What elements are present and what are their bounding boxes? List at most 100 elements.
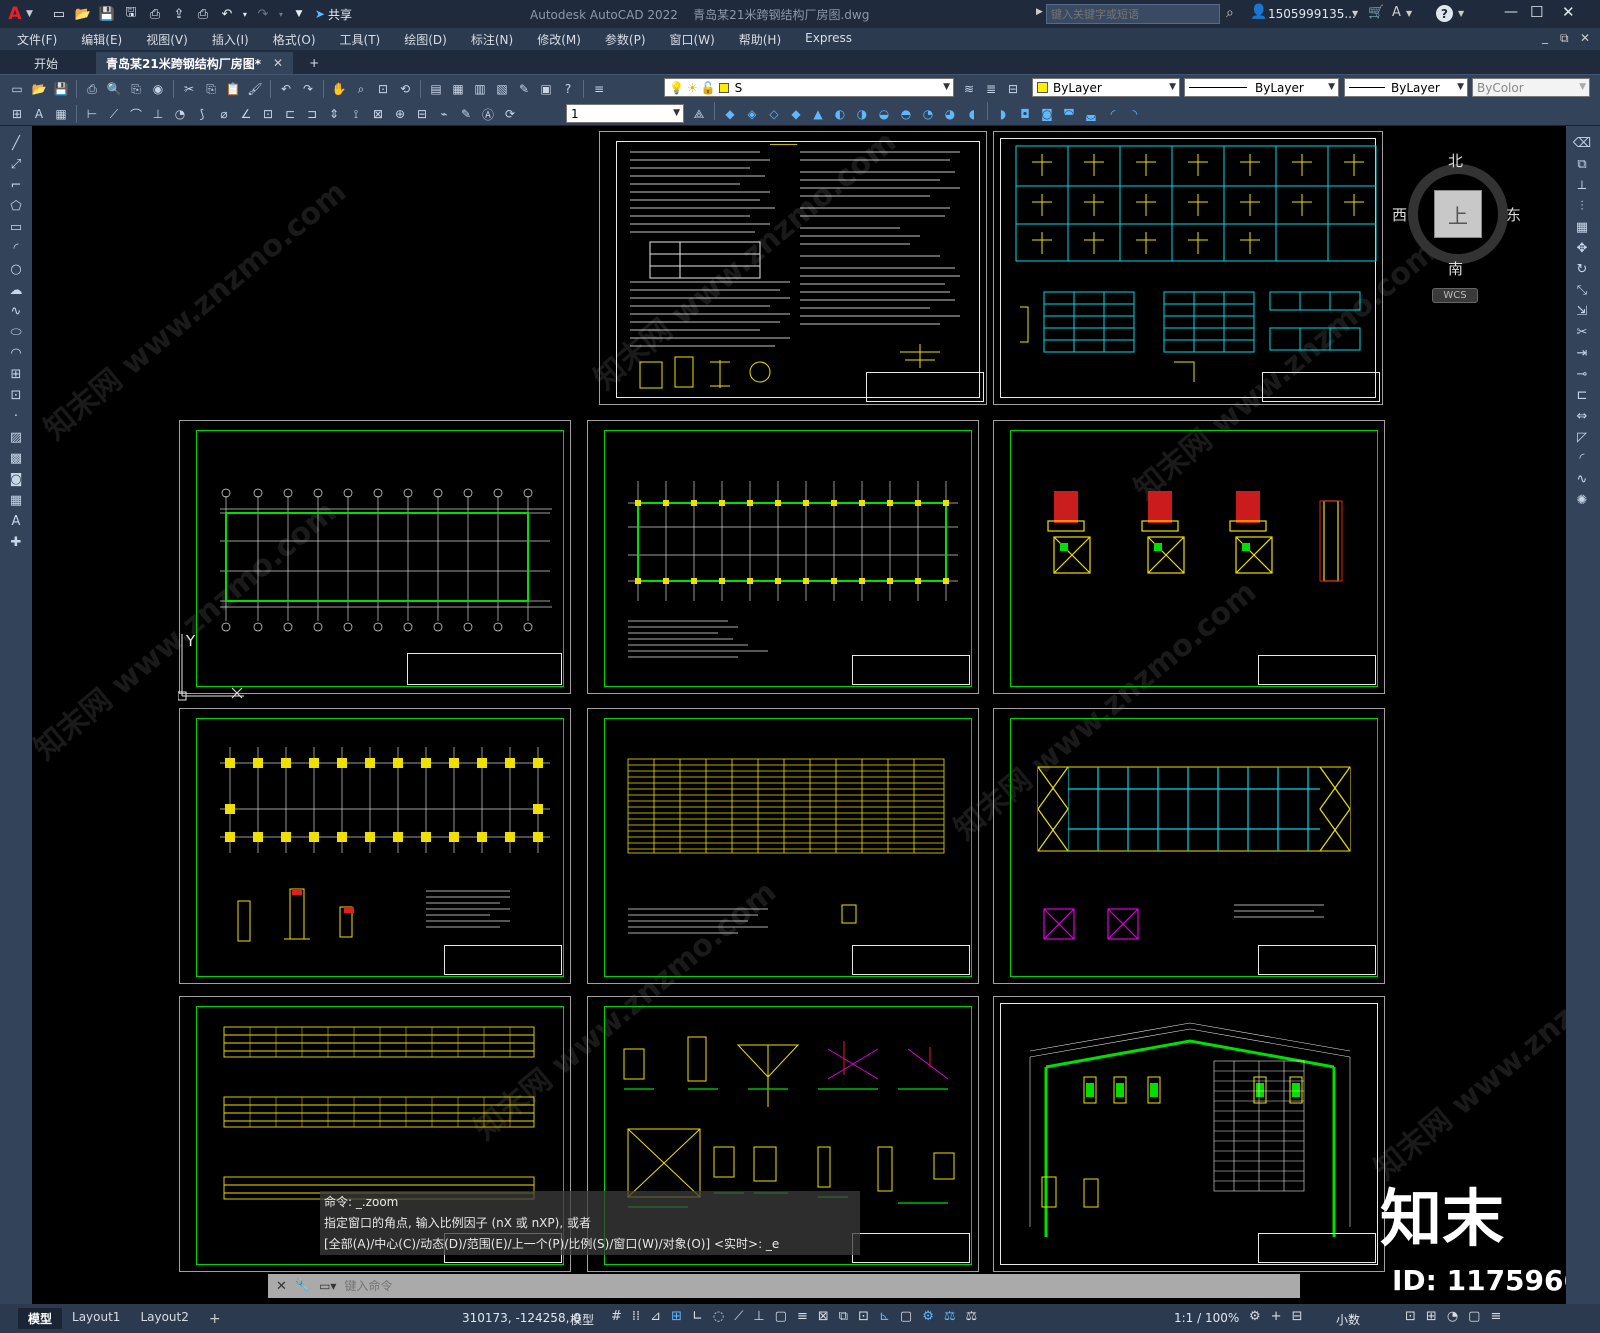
plot-icon[interactable]: ⎙ [193,4,213,24]
redo-tb-icon[interactable]: ↷ [298,79,318,99]
clean-screen-icon[interactable]: ▢ [1468,1309,1480,1324]
erase-icon[interactable]: ⌫ [1570,133,1594,153]
sheet-anchor-plan[interactable] [179,708,571,984]
publish-icon[interactable]: ⎘ [126,79,146,99]
polar-icon[interactable]: ◌ [713,1309,724,1324]
design-center-icon[interactable]: ▦ [448,79,468,99]
layer-dropdown[interactable]: 💡 ☀ 🔓 S ▼ [664,78,954,97]
loft-icon[interactable]: ◒ [874,104,894,124]
units-dropdown[interactable]: 小数 [1336,1311,1360,1328]
viewcube[interactable]: 上 北 南 西 东 [1392,150,1521,278]
sheet-bracing-plan[interactable] [993,708,1385,984]
stretch-icon[interactable]: ⇲ [1570,301,1594,321]
minimize-icon[interactable]: — [1504,4,1518,20]
menu-item-9[interactable]: 参数(P) [593,31,658,48]
calculator-icon[interactable]: ▣ [536,79,556,99]
menu-item-10[interactable]: 窗口(W) [658,31,727,48]
tool-palettes-icon[interactable]: ▥ [470,79,490,99]
chamfer-icon[interactable]: ◸ [1570,427,1594,447]
plotstyle-dropdown[interactable]: ByColor ▼ [1472,78,1590,97]
infer-icon[interactable]: ⊿ [650,1309,661,1324]
rectangle-icon[interactable]: ▭ [4,217,28,237]
doc-restore-icon[interactable]: ⧉ [1560,31,1569,46]
dim-space-icon[interactable]: ⇕ [324,104,344,124]
auto-scale-icon[interactable]: ⚖ [944,1309,956,1324]
open-web-icon[interactable]: ⎙ [145,4,165,24]
annotation-monitor-icon[interactable]: ⊾ [879,1309,890,1324]
undo-dropdown-icon[interactable]: ▾ [241,4,249,24]
rotate-icon[interactable]: ↻ [1570,259,1594,279]
3d-osnap-icon[interactable]: ⊡ [858,1309,869,1324]
add-layout-button[interactable]: + [209,1311,221,1327]
compass-west[interactable]: 西 [1392,204,1407,225]
center-mark-icon[interactable]: ⊕ [390,104,410,124]
sheet-set-icon[interactable]: ▧ [492,79,512,99]
revolve-icon[interactable]: ◐ [830,104,850,124]
menu-item-7[interactable]: 标注(N) [459,31,525,48]
user-name[interactable]: 1505999135... [1268,7,1356,21]
command-customize-icon[interactable]: 🔧 [295,1279,311,1294]
layout-tab-1[interactable]: Layout1 [62,1308,130,1329]
undo-icon[interactable]: ↶ [217,4,237,24]
dim-style-icon[interactable]: ⊞ [7,104,27,124]
help-icon[interactable]: ? [1436,5,1453,22]
scale-icon[interactable]: ⤡ [1570,280,1594,300]
make-block-icon[interactable]: ⊡ [4,385,28,405]
model-space-toggle[interactable]: 模型 [570,1311,594,1328]
camera-icon[interactable]: ◛ [1081,104,1101,124]
table-icon[interactable]: ▦ [4,490,28,510]
customization-icon[interactable]: ≡ [1490,1309,1501,1324]
hardware-accel-icon[interactable]: ◔ [1447,1309,1458,1324]
new-tab-button[interactable]: + [299,52,329,74]
save-tb-icon[interactable]: 💾 [51,79,71,99]
layer-state-icon[interactable]: ⊟ [1003,79,1023,99]
render-icon[interactable]: ◘ [1015,104,1035,124]
layout-tab-2[interactable]: Layout2 [130,1308,198,1329]
3d-print-icon[interactable]: ◉ [148,79,168,99]
gizmo-icon[interactable]: ▢ [900,1309,912,1324]
extend-icon[interactable]: ⇥ [1570,343,1594,363]
autodesk-dropdown-icon[interactable]: ▼ [1406,9,1412,18]
dim-angular-icon[interactable]: ∠ [236,104,256,124]
print-icon[interactable]: ⎙ [82,79,102,99]
menu-item-3[interactable]: 插入(I) [200,31,261,48]
osnap-tracking-icon[interactable]: ⟋ [734,1309,743,1324]
gradient-icon[interactable]: ▩ [4,448,28,468]
redo-dropdown-icon[interactable]: ▾ [277,4,285,24]
close-window-icon[interactable]: ✕ [1562,3,1575,21]
share-button[interactable]: ➤ 共享 [315,6,352,23]
ortho-icon[interactable]: ∟ [692,1309,703,1324]
dynamic-input-icon[interactable]: ⊞ [671,1309,682,1324]
point-icon[interactable]: · [4,406,28,426]
quick-properties-icon[interactable]: ⊡ [1405,1309,1416,1324]
arc-icon[interactable]: ◜ [4,238,28,258]
search-box[interactable] [1046,4,1220,24]
command-close-icon[interactable]: ✕ [276,1279,287,1294]
dim-jogged-icon[interactable]: ⟆ [192,104,212,124]
dim-update-icon[interactable]: ⟳ [500,104,520,124]
break-point-icon[interactable]: ⊸ [1570,364,1594,384]
save-icon[interactable]: 💾 [97,4,117,24]
lights-icon[interactable]: ◚ [1059,104,1079,124]
jogged-linear-icon[interactable]: ⌁ [434,104,454,124]
menu-item-1[interactable]: 编辑(E) [69,31,134,48]
help-dropdown-icon[interactable]: ▼ [1458,9,1464,18]
tab-start[interactable]: 开始 [24,52,68,74]
open-icon[interactable]: 📂 [29,79,49,99]
sheet-design-notes[interactable]: ━━━━━━━━━ [599,131,987,405]
dim-text-edit-icon[interactable]: Ⓐ [478,104,498,124]
dim-edit-icon[interactable]: ✎ [456,104,476,124]
trim-icon[interactable]: ✂ [1570,322,1594,342]
menu-item-4[interactable]: 格式(O) [261,31,328,48]
menu-item-2[interactable]: 视图(V) [134,31,200,48]
cut-icon[interactable]: ✂ [179,79,199,99]
sheet-portal-frame[interactable] [993,996,1385,1272]
array-icon[interactable]: ▦ [1570,217,1594,237]
visual-style-icon[interactable]: ◗ [993,104,1013,124]
help-tb-icon[interactable]: ? [558,79,578,99]
workspace-gear-icon[interactable]: ⚙ [1249,1309,1261,1324]
markup-icon[interactable]: ✎ [514,79,534,99]
move-icon[interactable]: ✥ [1570,238,1594,258]
fillet-icon[interactable]: ◜ [1570,448,1594,468]
mtext-icon[interactable]: A [4,511,28,531]
